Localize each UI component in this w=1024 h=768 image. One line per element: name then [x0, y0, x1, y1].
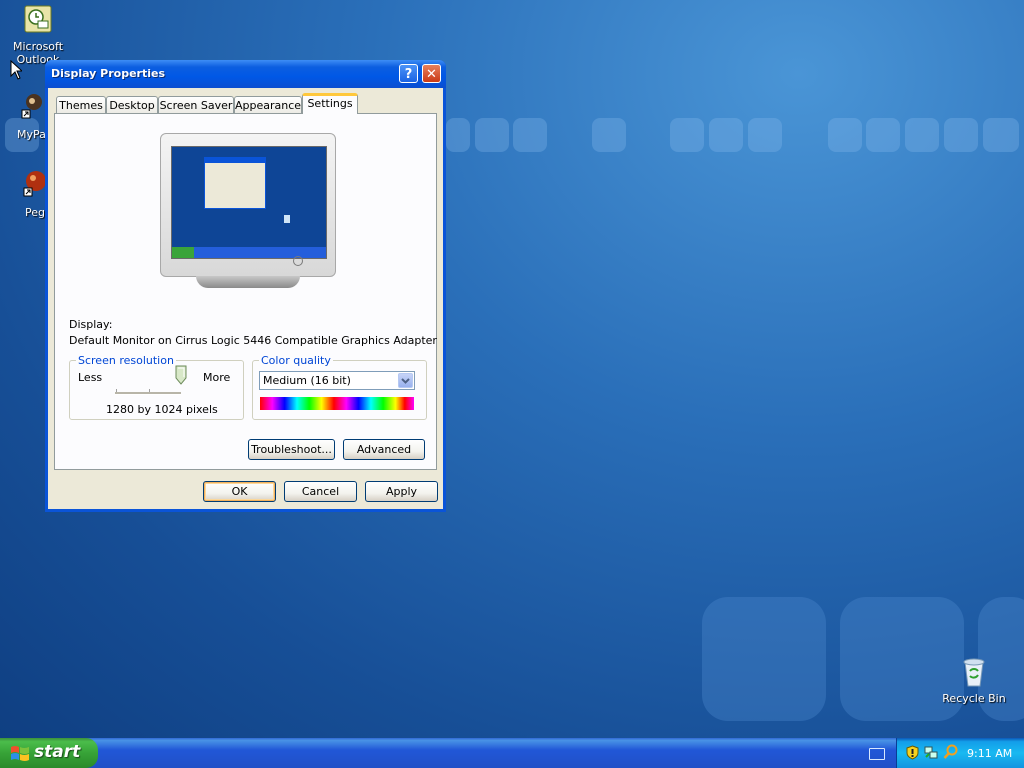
- preview-taskbar: [172, 247, 326, 258]
- desktop-decor-tile: [748, 118, 782, 152]
- resolution-less-label: Less: [78, 371, 103, 384]
- desktop-decor-tile: [866, 118, 900, 152]
- windows-logo-icon: [10, 745, 30, 765]
- desktop-icon-label: Peg: [25, 206, 45, 219]
- ok-button[interactable]: OK: [203, 481, 276, 502]
- desktop-icon-label: MyPa: [17, 128, 46, 141]
- cancel-button[interactable]: Cancel: [284, 481, 357, 502]
- help-button[interactable]: ?: [399, 64, 418, 83]
- troubleshoot-button[interactable]: Troubleshoot...: [248, 439, 335, 460]
- peg-shortcut-icon: [22, 170, 46, 202]
- resolution-value: 1280 by 1024 pixels: [106, 403, 218, 416]
- display-adapter-name: Default Monitor on Cirrus Logic 5446 Com…: [69, 334, 437, 347]
- tab-settings[interactable]: Settings: [302, 93, 358, 114]
- tab-appearance[interactable]: Appearance: [234, 96, 302, 113]
- display-label: Display:: [69, 318, 113, 331]
- color-quality-select[interactable]: Medium (16 bit): [259, 371, 415, 390]
- desktop-icon-peg[interactable]: Peg: [0, 170, 46, 219]
- color-spectrum-bar: [260, 397, 414, 410]
- resolution-more-label: More: [203, 371, 231, 384]
- tab-screen-saver[interactable]: Screen Saver: [158, 96, 234, 113]
- outlook-icon: [22, 4, 54, 36]
- taskbar-clock[interactable]: 9:11 AM: [967, 747, 1012, 760]
- screen-resolution-group: Screen resolution Less More 1280 by 1024…: [69, 354, 244, 420]
- tab-themes[interactable]: Themes: [56, 96, 106, 113]
- search-icon[interactable]: [943, 744, 958, 763]
- desktop-icon-mypa[interactable]: MyPa: [0, 92, 46, 141]
- start-button[interactable]: start: [0, 738, 98, 768]
- display-properties-window: Display Properties ? ✕ Themes Desktop Sc…: [45, 60, 446, 512]
- preview-window-thumbnail: [204, 157, 266, 209]
- slider-tick: [149, 389, 150, 392]
- monitor-bezel: [160, 133, 336, 277]
- chevron-down-icon[interactable]: [398, 373, 413, 388]
- question-mark-icon: ?: [404, 67, 413, 82]
- resolution-slider-thumb[interactable]: [175, 365, 187, 385]
- desktop-decor-tile: [446, 118, 470, 152]
- desktop-icon-label: Recycle Bin: [942, 692, 1006, 705]
- color-quality-group: Color quality Medium (16 bit): [252, 354, 427, 420]
- taskbar: start 9:11 AM: [0, 738, 1024, 768]
- window-title: Display Properties: [51, 67, 166, 80]
- network-icon[interactable]: [924, 745, 938, 763]
- desktop-decor-tile: [828, 118, 862, 152]
- system-tray: 9:11 AM: [896, 738, 1024, 768]
- slider-tick: [116, 389, 117, 392]
- desktop-decor-tile: [905, 118, 939, 152]
- window-client-area: Themes Desktop Screen Saver Appearance S…: [48, 88, 443, 509]
- desktop-decor-tile: [475, 118, 509, 152]
- monitor-preview: [160, 133, 336, 289]
- color-quality-selected: Medium (16 bit): [263, 374, 351, 387]
- recycle-bin-icon: [958, 656, 990, 688]
- desktop-icon-recycle-bin[interactable]: Recycle Bin: [938, 656, 1010, 705]
- desktop-icon-outlook[interactable]: Microsoft Outlook: [2, 4, 74, 66]
- monitor-screen-preview: [171, 146, 327, 259]
- desktop-decor-tile: [983, 118, 1019, 152]
- security-shield-icon[interactable]: [906, 745, 919, 763]
- preview-recycle-icon: [284, 215, 290, 223]
- window-titlebar[interactable]: Display Properties ? ✕: [45, 60, 446, 88]
- close-icon: ✕: [426, 67, 437, 82]
- close-button[interactable]: ✕: [422, 64, 441, 83]
- resolution-slider-track[interactable]: [115, 392, 181, 395]
- monitor-power-button: [293, 256, 303, 266]
- advanced-button[interactable]: Advanced: [343, 439, 425, 460]
- desktop-decor-tile: [670, 118, 704, 152]
- mypa-shortcut-icon: [20, 92, 44, 124]
- desktop-decor-tile: [944, 118, 978, 152]
- desktop-decor-tile: [513, 118, 547, 152]
- color-quality-legend: Color quality: [261, 354, 331, 367]
- desktop-decor-tile: [592, 118, 626, 152]
- keyboard-icon[interactable]: [869, 748, 885, 760]
- apply-button[interactable]: Apply: [365, 481, 438, 502]
- mouse-cursor-icon: [10, 59, 24, 80]
- monitor-stand: [196, 276, 300, 288]
- tab-desktop[interactable]: Desktop: [106, 96, 158, 113]
- screen-resolution-legend: Screen resolution: [78, 354, 174, 367]
- settings-tab-panel: Display: Default Monitor on Cirrus Logic…: [54, 113, 437, 470]
- desktop-decor-tile: [702, 597, 826, 721]
- desktop-decor-tile: [709, 118, 743, 152]
- start-label: start: [34, 742, 81, 762]
